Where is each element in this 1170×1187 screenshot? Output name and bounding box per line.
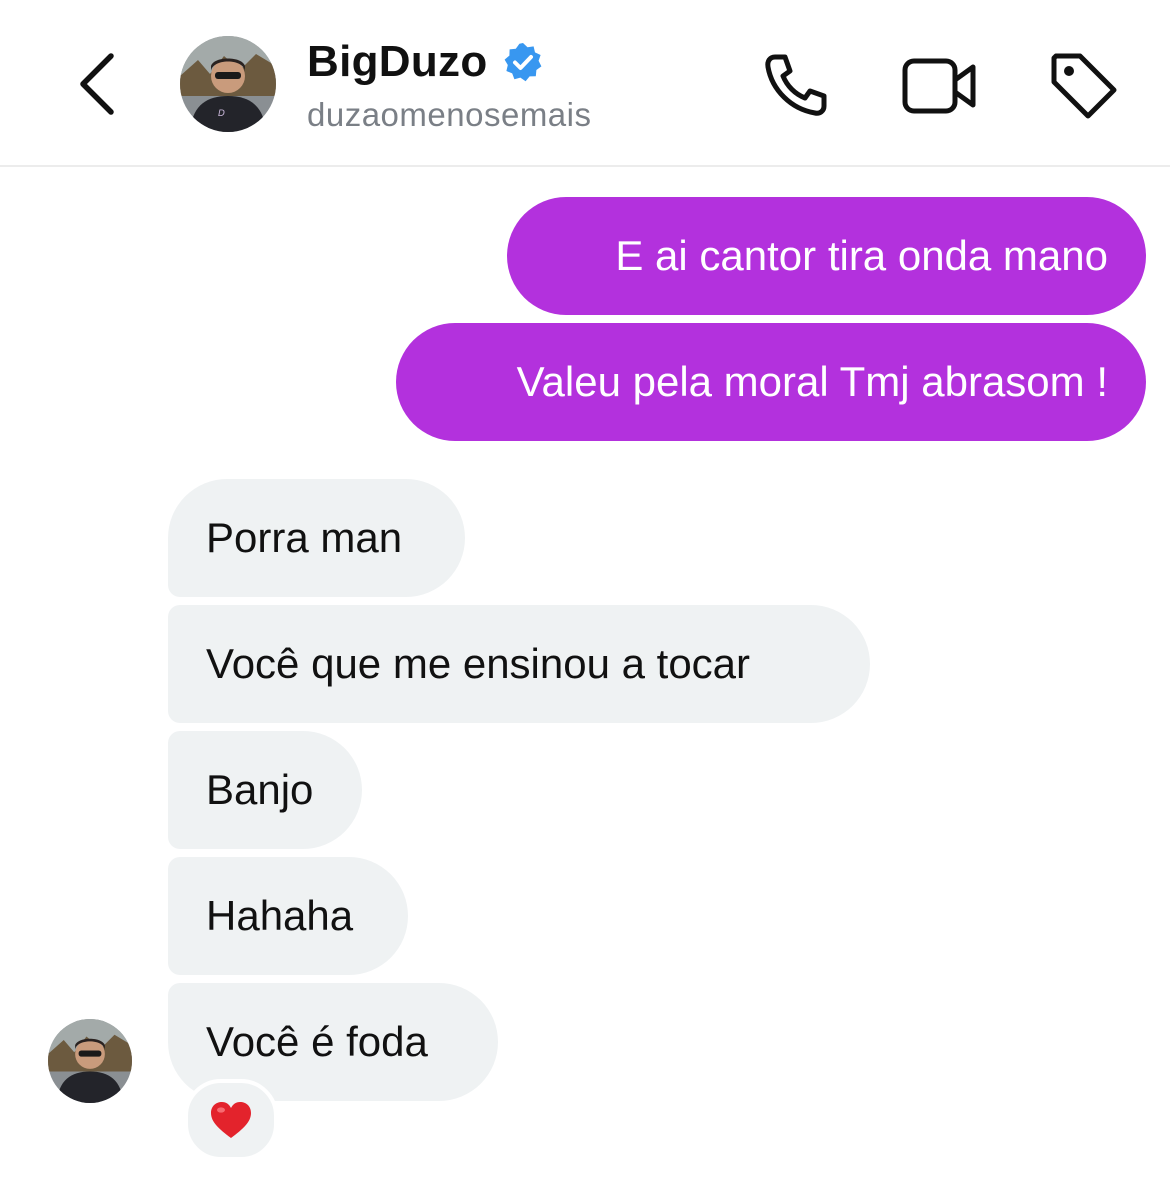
- received-message[interactable]: Porra man: [168, 479, 465, 597]
- received-message[interactable]: Você que me ensinou a tocar: [168, 605, 870, 723]
- contact-username: duzaomenosemais: [307, 96, 592, 133]
- message-text: Porra man: [206, 514, 403, 561]
- sent-message[interactable]: E ai cantor tira onda mano: [507, 197, 1146, 315]
- received-message[interactable]: Banjo: [168, 731, 362, 849]
- message-text: Você que me ensinou a tocar: [206, 640, 751, 687]
- sent-message[interactable]: Valeu pela moral Tmj abrasom !: [396, 323, 1146, 441]
- phone-icon: [765, 54, 827, 116]
- chat-header: D BigDuzo duzaomenosemais: [0, 0, 1170, 167]
- back-button[interactable]: [62, 44, 132, 124]
- tag-button[interactable]: [1042, 44, 1126, 128]
- message-text: Banjo: [206, 766, 314, 813]
- chevron-left-icon: [80, 53, 114, 115]
- call-button[interactable]: [754, 44, 838, 128]
- message-text: Hahaha: [206, 892, 354, 939]
- message-text: Valeu pela moral Tmj abrasom !: [516, 358, 1108, 405]
- received-message[interactable]: Hahaha: [168, 857, 408, 975]
- message-reaction[interactable]: [184, 1079, 278, 1161]
- svg-text:D: D: [218, 109, 225, 119]
- video-call-button[interactable]: [897, 44, 981, 128]
- avatar[interactable]: D: [180, 36, 276, 132]
- message-text: Você é foda: [206, 1018, 428, 1065]
- heart-icon: [211, 1102, 251, 1138]
- sender-avatar[interactable]: [48, 1019, 132, 1103]
- video-camera-icon: [902, 58, 976, 114]
- contact-name: BigDuzo: [307, 37, 488, 86]
- tag-icon: [1051, 53, 1117, 119]
- chat-title[interactable]: BigDuzo duzaomenosemais: [307, 36, 727, 134]
- verified-badge-icon: [502, 41, 544, 83]
- message-text: E ai cantor tira onda mano: [615, 232, 1108, 279]
